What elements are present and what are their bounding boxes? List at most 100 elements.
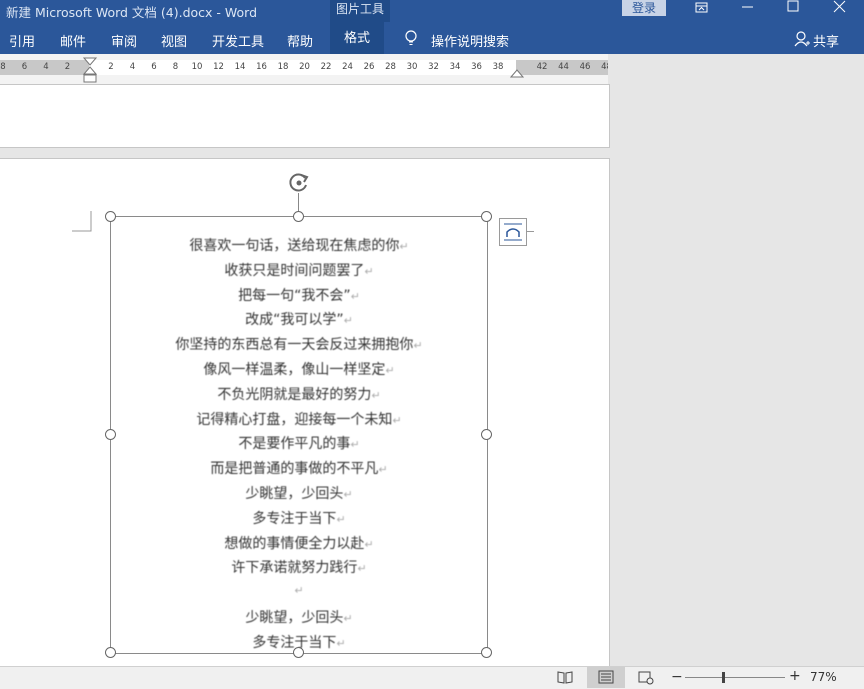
- minimize-button[interactable]: [728, 0, 768, 22]
- resize-handle-bottom-right[interactable]: [481, 647, 492, 658]
- poem-line-text: 很喜欢一句话，送给现在焦虑的你: [189, 238, 400, 254]
- poem-line-text: 不负光阴就是最好的努力: [217, 386, 372, 403]
- rotate-handle-icon[interactable]: [286, 170, 312, 196]
- ribbon-display-options-button[interactable]: [682, 0, 722, 22]
- resize-handle-right[interactable]: [481, 429, 492, 440]
- tab-references[interactable]: 引用: [9, 31, 35, 50]
- ruler-number: 46: [579, 62, 591, 72]
- paragraph-mark: ↵: [399, 240, 409, 253]
- resize-handle-top-right[interactable]: [481, 211, 492, 222]
- selected-picture[interactable]: 很喜欢一句话，送给现在焦虑的你↵ 收获只是时间问题罢了↵ 把每一句“我不会”↵ 改成“…: [110, 216, 488, 654]
- ruler-number: 10: [191, 62, 203, 72]
- share-person-icon: [794, 31, 810, 51]
- paragraph-mark: ↵: [343, 314, 353, 328]
- read-mode-icon[interactable]: [557, 670, 573, 685]
- poem-line-text: 你坚持的东西总有一天会反过来拥抱你: [175, 337, 414, 354]
- poem-line: 收获只是时间问题罢了↵: [111, 260, 487, 285]
- poem-line-text: 想做的事情便全力以赴: [224, 535, 365, 552]
- ruler-number: 18: [277, 62, 289, 72]
- resize-handle-top-left[interactable]: [105, 211, 116, 222]
- print-layout-button[interactable]: [587, 667, 625, 688]
- resize-handle-bottom[interactable]: [293, 647, 304, 658]
- poem-line: 少眺望，少回头↵: [111, 607, 487, 632]
- indent-markers-icon[interactable]: [83, 56, 97, 84]
- poem-line-text: 多专注于当下: [252, 510, 337, 527]
- ruler-number: 2: [108, 62, 114, 72]
- tab-review[interactable]: 审阅: [111, 31, 137, 50]
- poem-line-text: 少眺望，少回头: [245, 609, 344, 626]
- resize-handle-bottom-left[interactable]: [105, 647, 116, 658]
- window-title: 新建 Microsoft Word 文档 (4).docx - Word: [6, 5, 258, 20]
- ruler-number: 14: [234, 62, 246, 72]
- tab-developer[interactable]: 开发工具: [212, 31, 264, 50]
- ruler-number: 2: [64, 62, 71, 72]
- status-bar: − + 77%: [0, 666, 864, 689]
- resize-handle-left[interactable]: [105, 429, 116, 440]
- margin-corner-mark: [72, 211, 92, 232]
- paragraph-mark: ↵: [413, 339, 423, 353]
- ruler-number: 6: [21, 62, 28, 72]
- paragraph-mark: ↵: [343, 487, 353, 501]
- previous-page: [0, 84, 610, 148]
- ruler-number: 44: [558, 62, 569, 72]
- zoom-level[interactable]: 77%: [810, 670, 837, 684]
- ruler-number: 22: [320, 62, 332, 72]
- tab-format[interactable]: 格式: [330, 22, 385, 54]
- ribbon-display-icon: [695, 2, 708, 13]
- zoom-out-button[interactable]: −: [671, 669, 683, 685]
- paragraph-mark: ↵: [378, 463, 388, 477]
- poem-line: 少眺望，少回头↵: [111, 483, 487, 508]
- poem-line: 想做的事情便全力以赴↵: [111, 533, 487, 558]
- web-layout-icon[interactable]: [638, 670, 654, 685]
- paragraph-mark: ↵: [371, 388, 381, 402]
- horizontal-ruler[interactable]: 8 6 4 2 2 4 6 8 10 12 14 16 18 20 22 24 26 28 30 32 34 36 38 42…: [0, 54, 612, 84]
- ruler-number: 24: [342, 62, 353, 72]
- tell-me-search[interactable]: 操作说明搜索: [431, 31, 509, 50]
- ruler-number: 32: [428, 62, 439, 72]
- poem-line-text: 不是要作平凡的事: [238, 436, 351, 453]
- ruler-number: 34: [449, 62, 461, 72]
- paragraph-mark: ↵: [343, 611, 353, 625]
- poem-line: 改成“我可以学”↵: [111, 309, 487, 334]
- paragraph-mark: ↵: [294, 584, 304, 598]
- picture-text-content: 很喜欢一句话，送给现在焦虑的你↵ 收获只是时间问题罢了↵ 把每一句“我不会”↵ 改成“…: [111, 235, 487, 657]
- tab-view[interactable]: 视图: [161, 31, 187, 50]
- right-indent-marker-icon[interactable]: [510, 68, 524, 78]
- layout-options-button[interactable]: [499, 218, 527, 246]
- paragraph-mark: ↵: [357, 562, 367, 576]
- login-button[interactable]: 登录: [622, 0, 666, 16]
- layout-connector: [526, 231, 534, 232]
- ribbon-tabs: 引用 邮件 审阅 视图 开发工具 帮助 格式 操作说明搜索 共享: [0, 22, 864, 54]
- zoom-in-button[interactable]: +: [789, 668, 801, 684]
- workspace-background: [608, 54, 864, 666]
- poem-line: ↵: [111, 582, 487, 607]
- zoom-slider-track[interactable]: [685, 677, 785, 678]
- poem-line-text: 少眺望，少回头: [245, 485, 344, 502]
- zoom-slider-thumb[interactable]: [721, 672, 725, 683]
- close-button[interactable]: [820, 0, 860, 22]
- poem-line: 记得精心打盘，迎接每一个未知↵: [111, 409, 487, 434]
- paragraph-mark: ↵: [364, 264, 374, 278]
- poem-line-text: 而是把普通的事做的不平凡: [210, 461, 379, 478]
- ruler-number: 8: [172, 62, 179, 72]
- ruler-number: 30: [406, 62, 418, 72]
- share-button[interactable]: 共享: [813, 31, 839, 50]
- print-layout-icon: [598, 670, 614, 684]
- close-icon: [833, 0, 846, 13]
- ruler-number: 6: [151, 62, 157, 72]
- poem-line-text: 收获只是时间问题罢了: [224, 262, 365, 279]
- poem-line-text: 把每一句“我不会”: [238, 287, 351, 304]
- maximize-button[interactable]: [774, 0, 814, 22]
- ruler-number: 4: [129, 62, 136, 72]
- poem-line-text: 像风一样温柔，像山一样坚定: [203, 361, 386, 378]
- layout-options-icon: [504, 223, 522, 241]
- resize-handle-top[interactable]: [293, 211, 304, 222]
- poem-line: 不是要作平凡的事↵: [111, 433, 487, 458]
- maximize-icon: [787, 0, 799, 12]
- tab-help[interactable]: 帮助: [287, 31, 313, 50]
- tab-mailings[interactable]: 邮件: [60, 31, 86, 50]
- poem-line: 许下承诺就努力践行↵: [111, 557, 487, 582]
- paragraph-mark: ↵: [350, 289, 360, 303]
- ruler-number: 36: [471, 62, 482, 72]
- poem-line-text: 许下承诺就努力践行: [231, 560, 358, 577]
